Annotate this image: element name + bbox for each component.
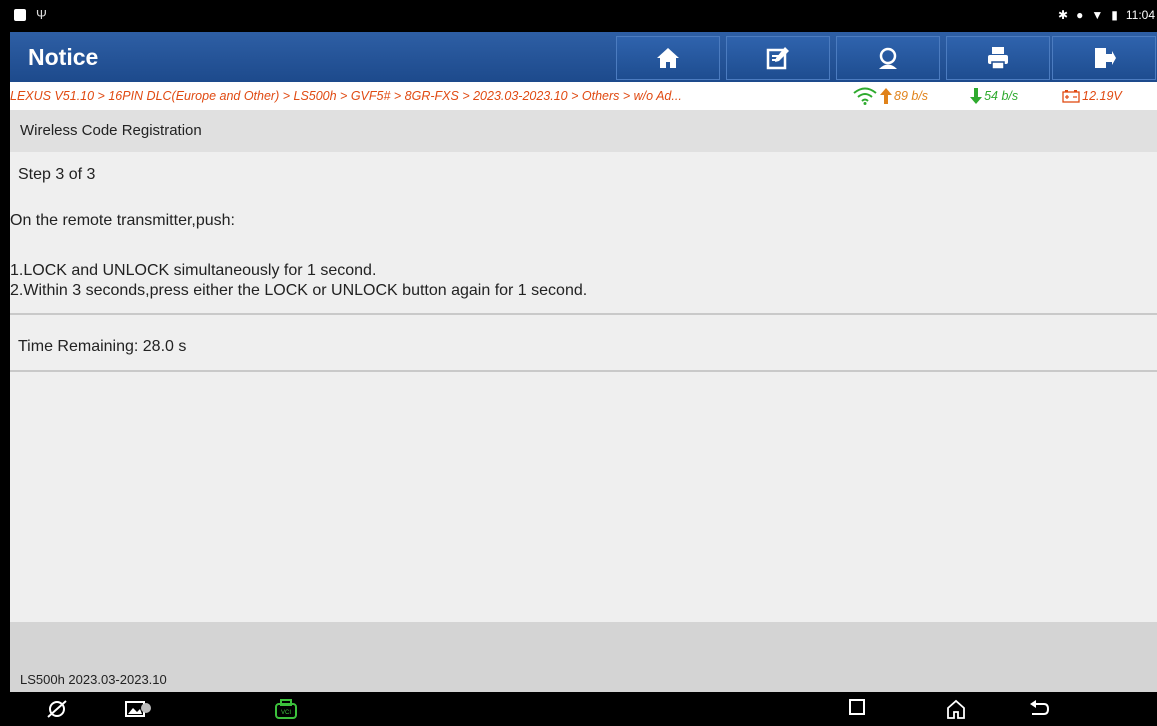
download-rate: 54 b/s [984,89,1019,103]
exit-icon [1095,48,1116,68]
content-area: Step 3 of 3 On the remote transmitter,pu… [10,152,1157,622]
home-icon [657,48,679,68]
upload-rate: 89 b/s [894,89,929,103]
vci-icon[interactable]: VCI [273,698,299,722]
edit-button[interactable] [726,36,830,80]
signal-status: 89 b/s [852,87,928,105]
battery-voltage-icon [1062,90,1080,103]
print-icon [988,47,1008,70]
download-arrow-icon [970,88,983,104]
navigation-bar: VCI [0,692,1157,726]
vehicle-info: LS500h 2023.03-2023.10 [20,672,167,687]
wifi-signal-icon [853,87,877,105]
footer: LS500h 2023.03-2023.10 [10,622,1157,692]
home-nav-icon[interactable] [945,698,967,720]
support-button[interactable] [836,36,940,80]
section-header: Wireless Code Registration [10,110,1157,153]
dnd-icon: ● [1076,8,1084,22]
breadcrumb: LEXUS V51.10 > 16PIN DLC(Europe and Othe… [10,82,1157,110]
time-remaining: Time Remaining: 28.0 s [18,338,187,355]
title-bar: Notice [10,32,1157,82]
instruction-line-2: 2.Within 3 seconds,press either the LOCK… [10,282,588,299]
bluetooth-icon: ✱ [1058,8,1069,22]
page-title: Notice [28,44,99,70]
browser-icon[interactable] [46,698,68,720]
divider [10,370,1157,372]
back-icon[interactable] [1028,698,1050,720]
voltage-value: 12.19V [1082,89,1122,103]
instruction-text: On the remote transmitter,push: [10,212,235,229]
svg-text:VCI: VCI [281,710,291,716]
clock: 11:04 [1125,8,1155,22]
gallery-icon[interactable] [124,698,152,720]
usb-icon: Ψ [36,7,47,22]
wifi-icon: ▼ [1091,8,1104,22]
instruction-steps: 1.LOCK and UNLOCK simultaneously for 1 s… [10,261,587,301]
section-title: Wireless Code Registration [20,122,202,139]
home-button[interactable] [616,36,720,80]
recents-icon[interactable] [848,698,866,716]
instruction-line-1: 1.LOCK and UNLOCK simultaneously for 1 s… [10,262,377,279]
support-icon [879,47,897,69]
download-status: 54 b/s [970,87,1018,105]
edit-icon [766,47,789,70]
breadcrumb-path: LEXUS V51.10 > 16PIN DLC(Europe and Othe… [10,89,682,103]
voltage-status: 12.19V [1062,89,1122,103]
app-window: Notice LEXUS V51.10 > 16PIN DLC(Europe a… [10,32,1157,692]
exit-button[interactable] [1052,36,1156,80]
system-status-bar: Ψ ✱ ● ▼ ▮ 11:04 [0,0,1157,32]
step-indicator: Step 3 of 3 [18,166,96,183]
print-button[interactable] [946,36,1050,80]
divider [10,313,1157,315]
upload-arrow-icon [880,88,892,104]
battery-icon: ▮ [1111,8,1118,22]
gallery-notification-icon [14,8,26,21]
